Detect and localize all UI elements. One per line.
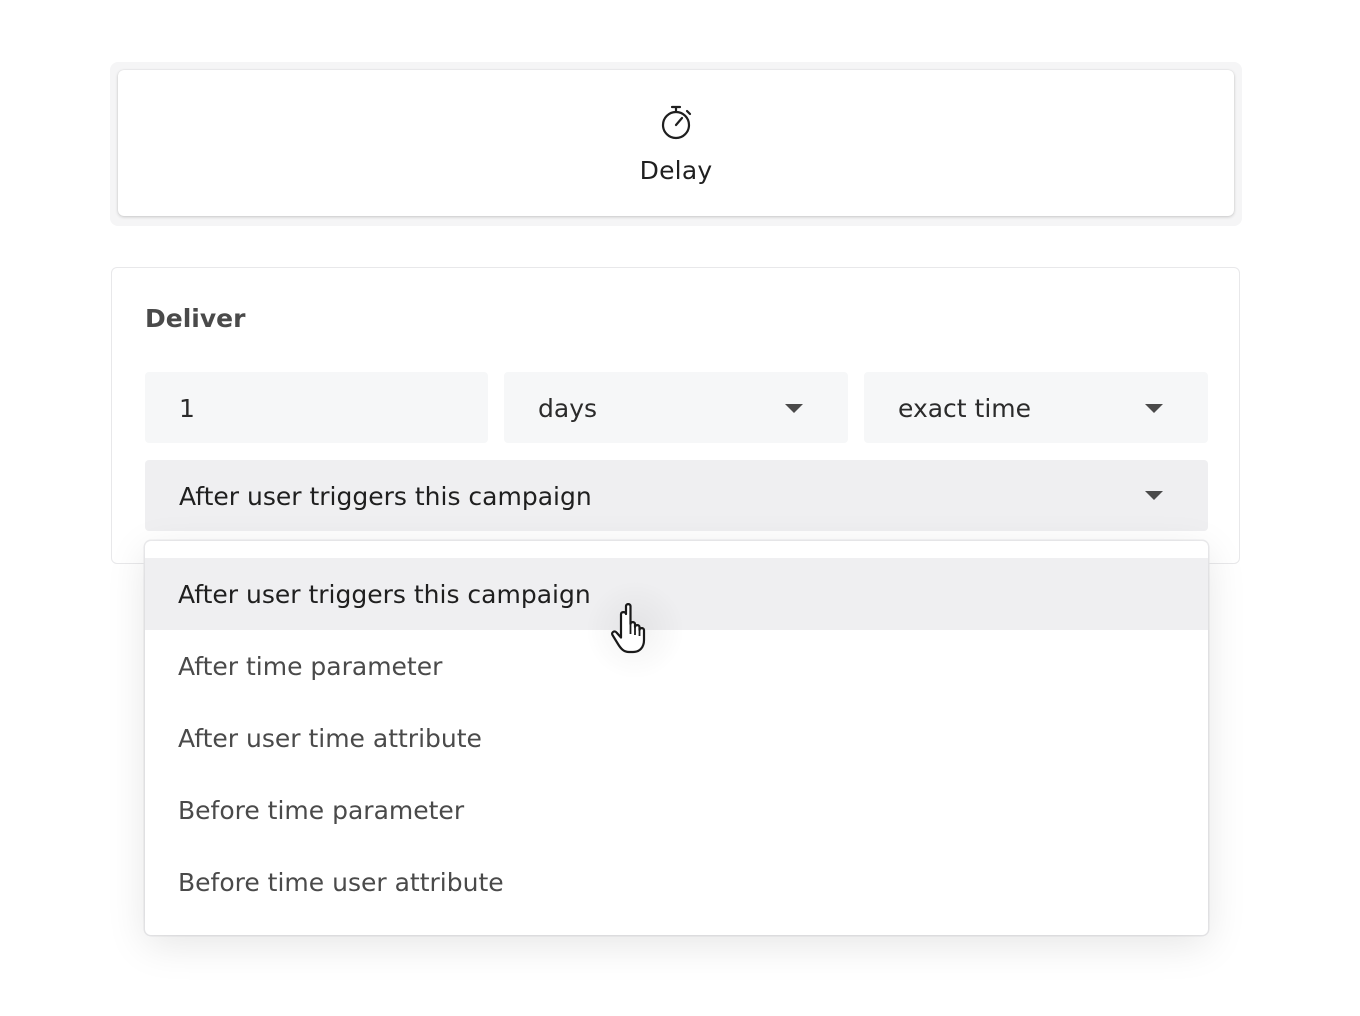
chevron-down-icon xyxy=(785,404,803,413)
menu-option-after-user-time-attribute[interactable]: After user time attribute xyxy=(145,702,1208,774)
delay-amount-value: 1 xyxy=(179,394,195,423)
menu-option-label: After time parameter xyxy=(178,652,443,681)
menu-option-before-time-user-attribute[interactable]: Before time user attribute xyxy=(145,846,1208,918)
trigger-select[interactable]: After user triggers this campaign xyxy=(145,460,1208,531)
delay-node-card[interactable] xyxy=(118,70,1234,216)
trigger-dropdown-menu: After user triggers this campaign After … xyxy=(145,541,1208,935)
chevron-down-icon xyxy=(1145,491,1163,500)
stopwatch-icon xyxy=(661,105,692,140)
delivery-timing-select[interactable]: exact time xyxy=(864,372,1208,443)
delay-unit-value: days xyxy=(538,394,598,423)
deliver-title: Deliver xyxy=(145,304,246,333)
delay-amount-input[interactable]: 1 xyxy=(145,372,488,443)
hand-pointer-icon xyxy=(611,603,646,654)
stage: Delay Deliver 1 days exact time After us… xyxy=(0,0,1360,1016)
chevron-down-icon xyxy=(1145,404,1163,413)
delay-node-label: Delay xyxy=(639,156,713,185)
menu-option-label: After user time attribute xyxy=(178,724,482,753)
menu-option-label: After user triggers this campaign xyxy=(178,580,591,609)
menu-option-label: Before time user attribute xyxy=(178,868,504,897)
menu-option-before-time-parameter[interactable]: Before time parameter xyxy=(145,774,1208,846)
delivery-timing-value: exact time xyxy=(898,394,1032,423)
menu-option-label: Before time parameter xyxy=(178,796,465,825)
delay-unit-select[interactable]: days xyxy=(504,372,848,443)
trigger-select-value: After user triggers this campaign xyxy=(179,482,592,511)
